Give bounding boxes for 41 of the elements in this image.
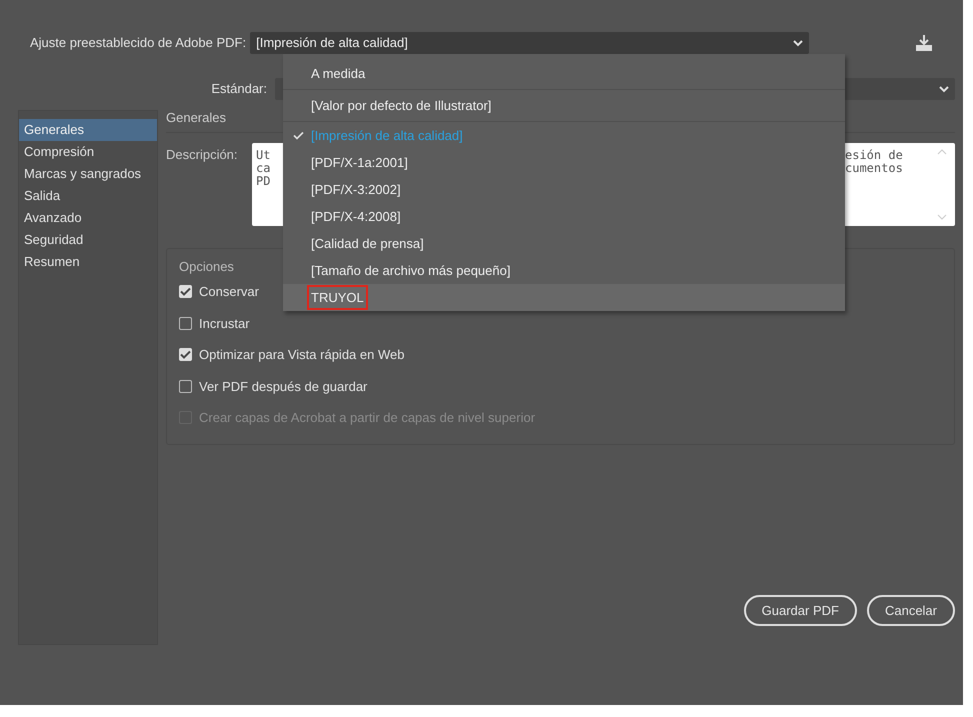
checkbox[interactable] xyxy=(179,380,192,393)
menu-item[interactable]: [Calidad de prensa] xyxy=(283,230,845,257)
cancel-button[interactable]: Cancelar xyxy=(866,595,955,626)
download-icon[interactable] xyxy=(915,35,933,51)
save-pdf-button[interactable]: Guardar PDF xyxy=(744,595,857,626)
checkmark-icon xyxy=(293,131,304,140)
description-text: PD xyxy=(256,174,272,188)
menu-item[interactable]: [PDF/X-1a:2001] xyxy=(283,149,845,176)
description-label: Descripción: xyxy=(166,146,239,164)
sidebar-item[interactable]: Compresión xyxy=(19,141,157,163)
checkbox[interactable] xyxy=(179,348,192,362)
checkbox[interactable] xyxy=(179,285,192,298)
sidebar-item[interactable]: Seguridad xyxy=(19,229,157,251)
checkbox-label: Ver PDF después de guardar xyxy=(199,378,368,396)
checkbox-label: Incrustar xyxy=(199,314,250,332)
sidebar-item[interactable]: Avanzado xyxy=(19,207,157,229)
description-text: Ut xyxy=(256,148,272,162)
sidebar-item[interactable]: Generales xyxy=(19,119,157,141)
chevron-down-icon xyxy=(793,40,804,46)
preset-dropdown[interactable]: [Impresión de alta calidad] xyxy=(250,32,810,54)
menu-item[interactable]: [PDF/X-4:2008] xyxy=(283,203,845,230)
checkbox-label: Optimizar para Vista rápida en Web xyxy=(199,346,404,364)
description-text: ca xyxy=(256,162,272,174)
description-text: esión de xyxy=(845,148,904,162)
preset-label: Ajuste preestablecido de Adobe PDF: xyxy=(30,34,246,52)
sidebar-item[interactable]: Salida xyxy=(19,185,157,207)
section-title: Generales xyxy=(166,110,226,125)
menu-item[interactable]: [Valor por defecto de Illustrator] xyxy=(283,90,845,122)
chevron-down-icon xyxy=(939,86,949,92)
sidebar-item[interactable]: Marcas y sangrados xyxy=(19,163,157,185)
checkbox[interactable] xyxy=(179,316,192,330)
sidebar-item[interactable]: Resumen xyxy=(19,251,157,273)
menu-item[interactable]: TRUYOL xyxy=(283,284,845,311)
checkbox-label: Crear capas de Acrobat a partir de capas de nivel superior xyxy=(199,409,536,427)
checkbox-label: Conservar xyxy=(199,283,259,301)
description-text: cumentos xyxy=(845,162,904,174)
menu-item[interactable]: [Tamaño de archivo más pequeño] xyxy=(283,257,845,284)
standard-label: Estándar: xyxy=(211,81,267,96)
menu-item[interactable]: [PDF/X-3:2002] xyxy=(283,176,845,203)
options-title: Opciones xyxy=(179,258,234,274)
menu-item[interactable]: A medida xyxy=(283,58,845,90)
